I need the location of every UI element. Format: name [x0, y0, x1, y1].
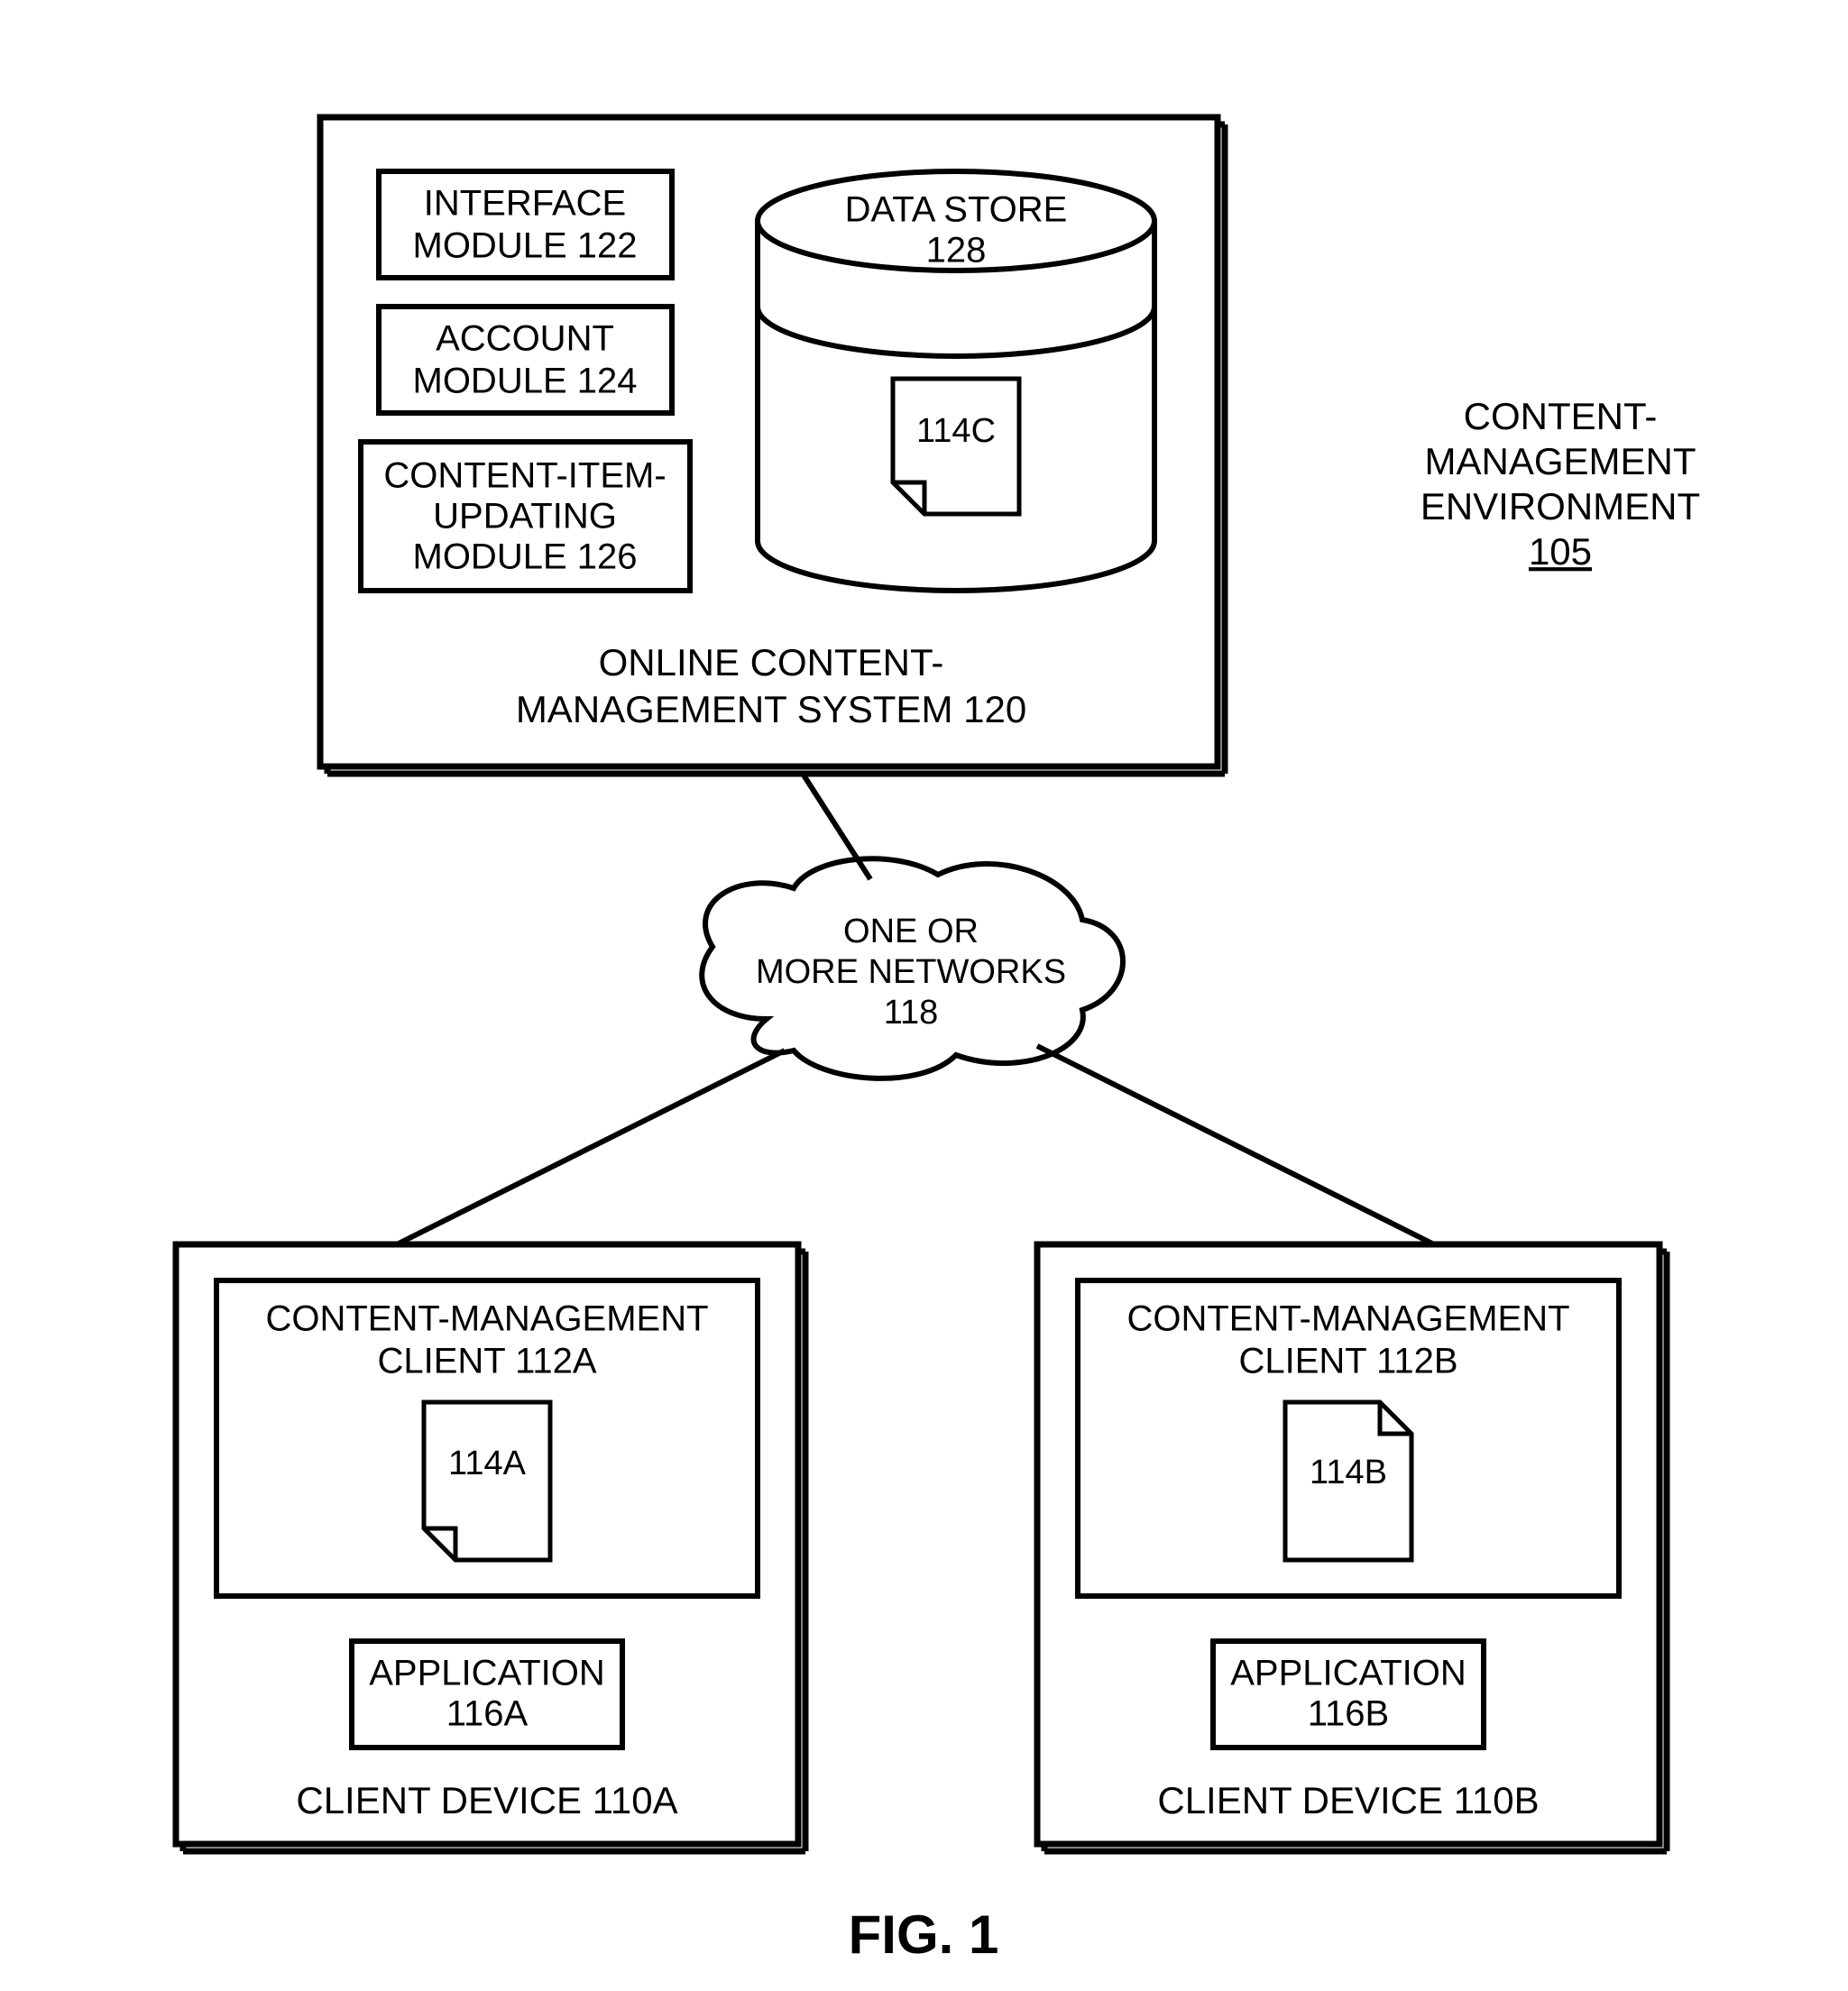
interface-module: INTERFACE MODULE 122 [379, 171, 672, 278]
file-114c-label: 114C [916, 412, 996, 450]
figure-label: FIG. 1 [849, 1904, 999, 1965]
cloud-l1: ONE OR [843, 913, 979, 950]
ds-l2: 128 [926, 231, 987, 271]
mod2-l1: ACCOUNT [436, 319, 614, 359]
link-cloud-clienta [397, 1051, 785, 1244]
file-114a-label: 114A [448, 1445, 527, 1482]
mod1-l2: MODULE 122 [413, 226, 638, 266]
cloud-l3: 118 [884, 994, 939, 1032]
cloud-l2: MORE NETWORKS [756, 953, 1066, 991]
cb-cm-2: CLIENT 112B [1238, 1342, 1457, 1381]
client-device-b: CONTENT-MANAGEMENT CLIENT 112B 114B APPL… [1037, 1244, 1667, 1851]
cb-cm-1: CONTENT-MANAGEMENT [1126, 1299, 1569, 1339]
file-114a: 114A [424, 1402, 550, 1560]
mod2-l2: MODULE 124 [413, 362, 638, 401]
env-2: MANAGEMENT [1424, 440, 1696, 482]
ca-app-1: APPLICATION [369, 1654, 605, 1693]
server-title-1: ONLINE CONTENT- [599, 641, 944, 684]
ca-cm-2: CLIENT 112A [377, 1342, 596, 1381]
cb-app-1: APPLICATION [1230, 1654, 1466, 1693]
ca-device: CLIENT DEVICE 110A [296, 1779, 677, 1821]
mod3-l1: CONTENT-ITEM- [383, 456, 666, 496]
cb-device: CLIENT DEVICE 110B [1157, 1779, 1539, 1821]
env-num: 105 [1529, 530, 1592, 573]
file-114c: 114C [893, 379, 1019, 514]
env-3: ENVIRONMENT [1420, 485, 1700, 528]
ca-cm-1: CONTENT-MANAGEMENT [265, 1299, 708, 1339]
environment-label: CONTENT- MANAGEMENT ENVIRONMENT 105 [1420, 395, 1700, 573]
file-114b: 114B [1285, 1402, 1411, 1560]
ds-l1: DATA STORE [845, 190, 1068, 230]
link-cloud-clientb [1037, 1046, 1434, 1244]
account-module: ACCOUNT MODULE 124 [379, 307, 672, 413]
client-device-a: CONTENT-MANAGEMENT CLIENT 112A 114A APPL… [176, 1244, 805, 1851]
env-1: CONTENT- [1464, 395, 1658, 437]
cloud: ONE OR MORE NETWORKS 118 [702, 858, 1123, 1078]
file-114b-label: 114B [1310, 1454, 1387, 1491]
server-title-2: MANAGEMENT SYSTEM 120 [516, 688, 1026, 730]
mod1-l1: INTERFACE [424, 184, 626, 224]
mod3-l3: MODULE 126 [413, 537, 638, 577]
ca-app-2: 116A [446, 1694, 529, 1734]
cb-app-2: 116B [1308, 1694, 1389, 1734]
content-item-updating-module: CONTENT-ITEM- UPDATING MODULE 126 [361, 442, 690, 591]
mod3-l2: UPDATING [433, 497, 617, 537]
